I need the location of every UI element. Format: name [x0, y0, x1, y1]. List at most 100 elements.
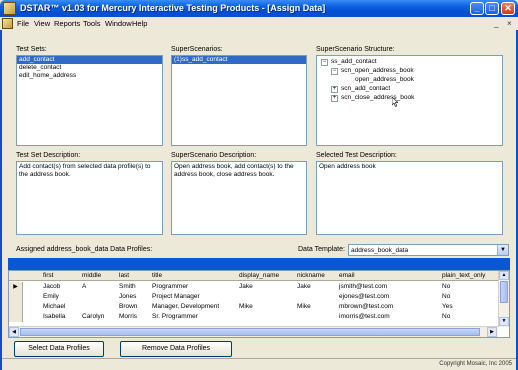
mouse-cursor-icon — [392, 97, 398, 107]
column-header[interactable]: plain_text_only — [442, 271, 485, 281]
grid-cell[interactable]: A — [82, 282, 86, 292]
selected-test-description-box: Open address book — [316, 161, 503, 235]
menu-window[interactable]: Window — [105, 18, 132, 29]
grid-cell[interactable]: Isabella — [43, 312, 65, 322]
menu-view[interactable]: View — [34, 18, 50, 29]
list-item[interactable]: edit_home_address — [17, 72, 162, 80]
menu-reports[interactable]: Reports — [54, 18, 80, 29]
document-icon[interactable] — [2, 18, 13, 29]
chevron-down-icon[interactable]: ▼ — [497, 245, 508, 255]
profiles-label: Assigned address_book_data Data Profiles… — [16, 246, 153, 253]
grid-cell[interactable]: Jake — [297, 282, 311, 292]
list-item[interactable]: add_contact — [17, 56, 162, 64]
row-indicator[interactable] — [9, 312, 23, 322]
maximize-button[interactable]: □ — [485, 2, 499, 15]
test-sets-label: Test Sets: — [16, 46, 47, 53]
grid-cell[interactable]: Programmer — [152, 282, 188, 292]
app-icon[interactable] — [3, 2, 16, 15]
selected-test-description-label: Selected Test Description: — [316, 152, 397, 159]
grid-cell[interactable]: No — [442, 282, 450, 292]
profiles-grid[interactable]: first middle last title display_name nic… — [8, 270, 510, 338]
scroll-down-icon[interactable]: ▼ — [499, 317, 509, 326]
tree-node[interactable]: scn_add_contact — [341, 85, 390, 93]
menu-bar: File View Reports Tools Window Help _ × — [0, 17, 518, 30]
remove-data-profiles-button[interactable]: Remove Data Profiles — [120, 341, 232, 357]
scroll-right-icon[interactable]: ▶ — [487, 327, 497, 337]
grid-header: first middle last title display_name nic… — [9, 271, 509, 281]
tree-node[interactable]: scn_close_address_book — [341, 94, 414, 102]
data-template-value: address_book_data — [351, 247, 409, 254]
expand-icon[interactable]: + — [331, 86, 338, 93]
grid-cell[interactable]: Smith — [119, 282, 136, 292]
vertical-scrollbar[interactable]: ▲ ▼ — [498, 271, 509, 327]
structure-tree[interactable]: − ss_add_contact − scn_open_address_book… — [316, 55, 503, 146]
column-header[interactable]: display_name — [239, 271, 279, 281]
structure-label: SuperScenario Structure: — [316, 46, 395, 53]
list-item[interactable]: delete_contact — [17, 64, 162, 72]
grid-cell[interactable]: Sr. Programmer — [152, 312, 198, 322]
grid-cell[interactable]: mbrown@test.com — [339, 302, 393, 312]
superscenarios-list[interactable]: (1)ss_add_contact — [171, 55, 307, 146]
data-template-select[interactable]: address_book_data ▼ — [348, 244, 509, 256]
mdi-minimize-button[interactable]: _ — [494, 18, 498, 29]
status-bar: Copyright Mosaic, Inc 2005 — [2, 358, 516, 368]
menu-file[interactable]: File — [17, 18, 29, 29]
column-header[interactable]: nickname — [297, 271, 325, 281]
grid-cell[interactable]: Yes — [442, 302, 453, 312]
grid-header-strip — [8, 258, 510, 270]
tree-node[interactable]: open_address_book — [355, 76, 414, 84]
column-header[interactable]: email — [339, 271, 355, 281]
superscenario-description-label: SuperScenario Description: — [171, 152, 257, 159]
column-header[interactable]: first — [43, 271, 53, 281]
grid-cell[interactable]: imorris@test.com — [339, 312, 390, 322]
grid-cell[interactable]: Mike — [239, 302, 253, 312]
test-set-description-box: Add contact(s) from selected data profil… — [16, 161, 163, 235]
tree-node[interactable]: ss_add_contact — [331, 58, 377, 66]
scroll-thumb[interactable] — [20, 328, 480, 336]
mdi-close-button[interactable]: × — [507, 18, 512, 29]
row-indicator[interactable] — [9, 292, 23, 302]
column-header[interactable]: last — [119, 271, 129, 281]
grid-cell[interactable]: Brown — [119, 302, 137, 312]
scroll-thumb[interactable] — [500, 281, 508, 303]
test-sets-list[interactable]: add_contact delete_contact edit_home_add… — [16, 55, 163, 146]
close-button[interactable]: ✕ — [501, 2, 515, 15]
grid-cell[interactable]: Michael — [43, 302, 65, 312]
copyright-text: Copyright Mosaic, Inc 2005 — [439, 361, 512, 367]
list-item[interactable]: (1)ss_add_contact — [172, 56, 306, 64]
grid-cell[interactable]: Jake — [239, 282, 253, 292]
grid-cell[interactable]: Jones — [119, 292, 136, 302]
grid-cell[interactable]: Emily — [43, 292, 59, 302]
superscenarios-label: SuperScenarios: — [171, 46, 223, 53]
grid-cell[interactable]: Jacob — [43, 282, 60, 292]
select-data-profiles-button[interactable]: Select Data Profiles — [14, 341, 104, 357]
tree-node[interactable]: scn_open_address_book — [341, 67, 414, 75]
grid-cell[interactable]: Project Manager — [152, 292, 200, 302]
column-header[interactable]: title — [152, 271, 162, 281]
horizontal-scrollbar[interactable]: ◀ ▶ — [9, 326, 498, 337]
scroll-up-icon[interactable]: ▲ — [499, 271, 509, 280]
grid-cell[interactable]: Manager, Development — [152, 302, 219, 312]
expand-icon[interactable]: + — [331, 95, 338, 102]
grid-cell[interactable]: No — [442, 292, 450, 302]
collapse-icon[interactable]: − — [331, 68, 338, 75]
current-row-icon[interactable]: ▶ — [9, 282, 23, 292]
grid-cell[interactable]: No — [442, 312, 450, 322]
menu-tools[interactable]: Tools — [83, 18, 101, 29]
minimize-button[interactable]: _ — [470, 2, 484, 15]
row-indicator[interactable] — [9, 302, 23, 312]
title-bar[interactable]: DSTAR™ v1.03 for Mercury Interactive Tes… — [0, 0, 518, 17]
grid-cell[interactable]: jsmith@test.com — [339, 282, 387, 292]
data-template-label: Data Template: — [298, 246, 345, 253]
grid-cell[interactable]: Mike — [297, 302, 311, 312]
column-header[interactable]: middle — [82, 271, 101, 281]
scroll-left-icon[interactable]: ◀ — [9, 327, 19, 337]
superscenario-description-box: Open address book, add contact(s) to the… — [171, 161, 307, 235]
window-title: DSTAR™ v1.03 for Mercury Interactive Tes… — [20, 3, 326, 13]
test-set-description-label: Test Set Description: — [16, 152, 81, 159]
grid-cell[interactable]: Morris — [119, 312, 137, 322]
collapse-icon[interactable]: − — [321, 59, 328, 66]
grid-cell[interactable]: ejones@test.com — [339, 292, 389, 302]
menu-help[interactable]: Help — [132, 18, 147, 29]
grid-cell[interactable]: Carolyn — [82, 312, 104, 322]
